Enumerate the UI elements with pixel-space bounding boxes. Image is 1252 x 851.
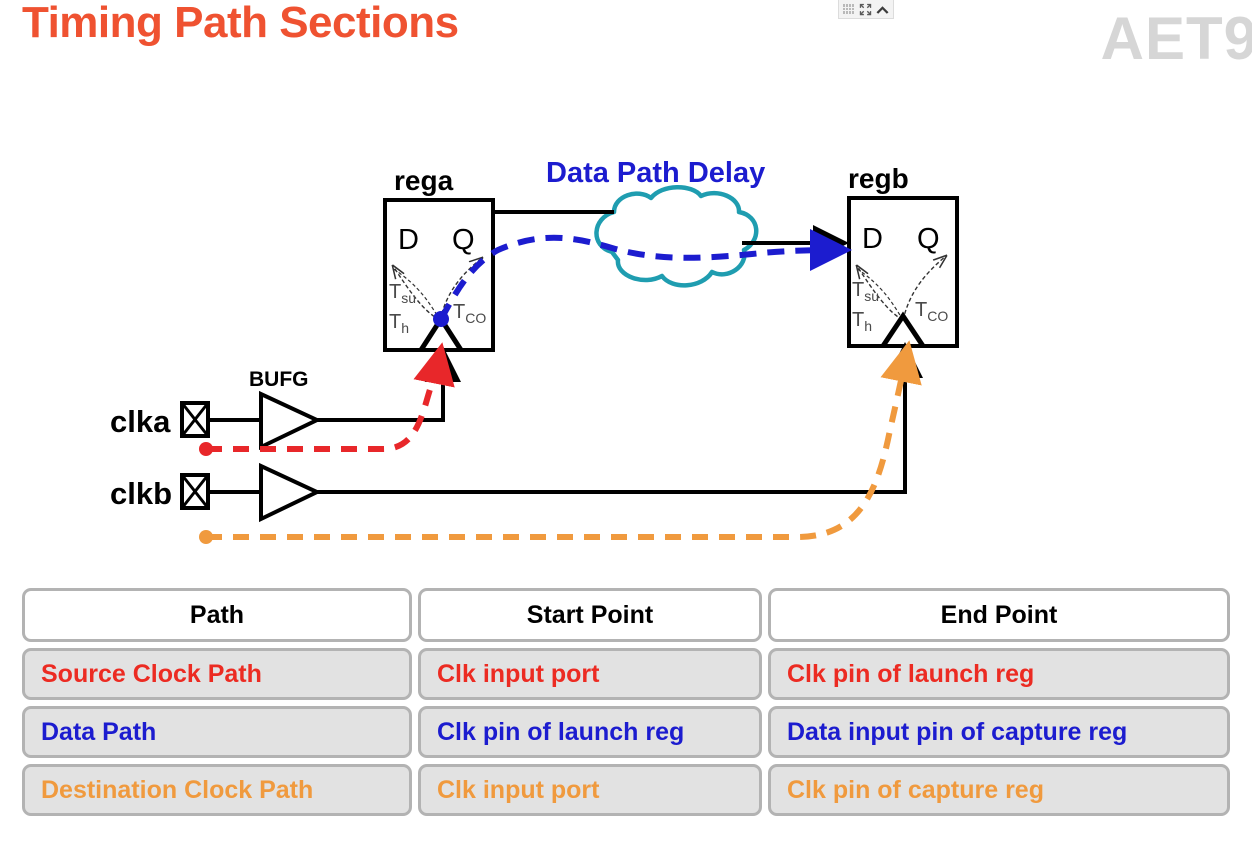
rega-register: D Q Tsu Th TCO — [383, 198, 495, 352]
bufg-b-buffer — [259, 462, 322, 523]
rega-pin-q-label: Q — [452, 224, 475, 256]
row-source-clock-path-end: Clk pin of launch reg — [768, 648, 1230, 700]
destination-clock-path-line — [206, 340, 922, 540]
row-destination-clock-path-start: Clk input port — [418, 764, 762, 816]
data-path-delay-label: Data Path Delay — [546, 157, 765, 189]
row-source-clock-path-start: Clk input port — [418, 648, 762, 700]
clkb-label: clkb — [110, 476, 172, 511]
wire-bufg-a-to-rega-clk — [317, 346, 461, 422]
table-header-path: Path — [22, 588, 412, 642]
row-data-path-name: Data Path — [22, 706, 412, 758]
regb-pin-q-label: Q — [917, 223, 940, 255]
source-clock-path-line — [206, 342, 455, 452]
bufg-label: BUFG — [249, 368, 309, 391]
table-row: Data Path Clk pin of launch reg Data inp… — [22, 706, 1230, 758]
table-header-row: Path Start Point End Point — [22, 588, 1230, 642]
combinational-logic-cloud — [594, 185, 759, 288]
table-header-start-point: Start Point — [418, 588, 762, 642]
timing-path-diagram: Data Path Delay rega D Q Tsu Th TCO regb… — [110, 157, 959, 544]
row-data-path-start: Clk pin of launch reg — [418, 706, 762, 758]
clka-port — [180, 401, 210, 438]
data-path-start-dot — [433, 311, 449, 327]
source-clock-path-start-dot — [199, 442, 213, 456]
table-row: Source Clock Path Clk input port Clk pin… — [22, 648, 1230, 700]
regb-pin-d-label: D — [862, 223, 883, 255]
regb-register: D Q Tsu Th TCO — [847, 196, 959, 348]
bufg-a-buffer — [259, 390, 322, 451]
regb-label: regb — [848, 163, 909, 194]
row-source-clock-path-name: Source Clock Path — [22, 648, 412, 700]
clkb-port — [180, 473, 210, 510]
rega-pin-d-label: D — [398, 224, 419, 256]
row-destination-clock-path-name: Destination Clock Path — [22, 764, 412, 816]
path-sections-table: Path Start Point End Point Source Clock … — [22, 588, 1230, 822]
clka-label: clka — [110, 404, 171, 439]
destination-clock-path-start-dot — [199, 530, 213, 544]
table-header-end-point: End Point — [768, 588, 1230, 642]
rega-label: rega — [394, 165, 454, 196]
row-destination-clock-path-end: Clk pin of capture reg — [768, 764, 1230, 816]
row-data-path-end: Data input pin of capture reg — [768, 706, 1230, 758]
table-row: Destination Clock Path Clk input port Cl… — [22, 764, 1230, 816]
